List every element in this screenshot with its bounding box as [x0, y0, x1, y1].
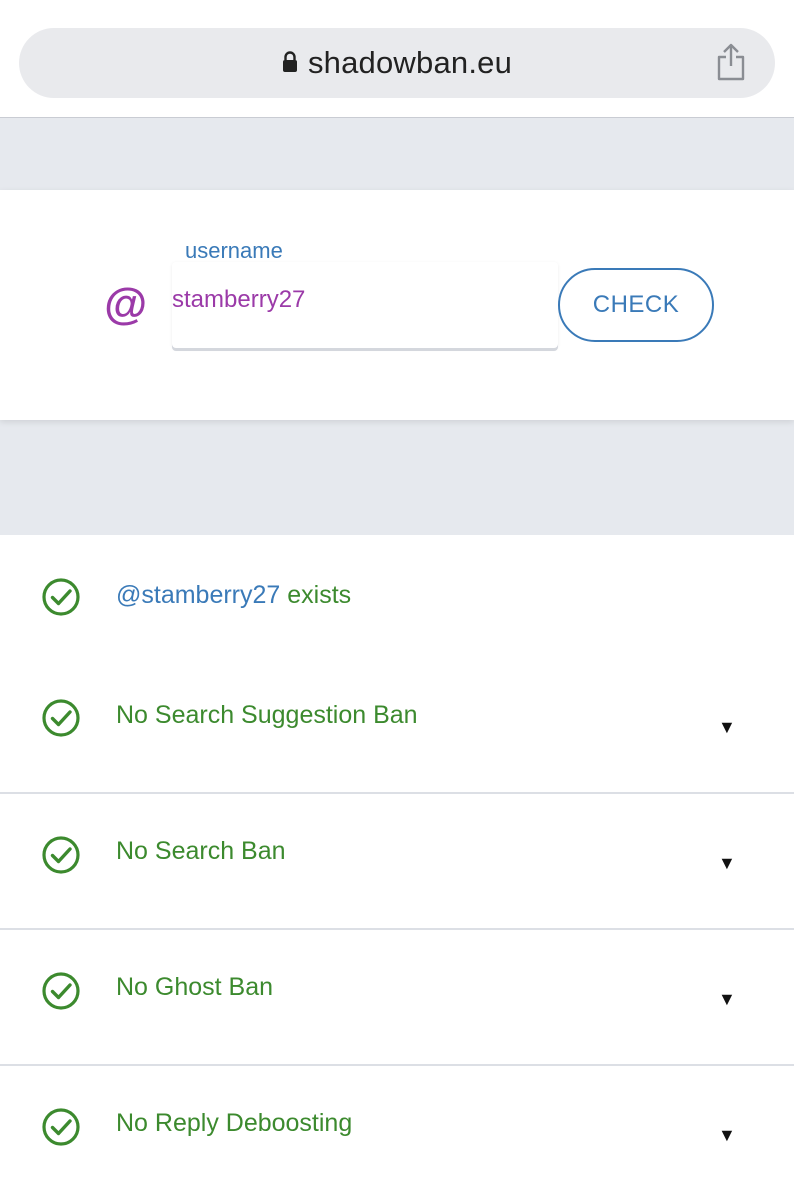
result-label: No Reply Deboosting	[116, 1109, 353, 1137]
check-circle-icon	[41, 835, 81, 875]
check-circle-icon	[41, 577, 81, 617]
chevron-down-icon[interactable]: ▼	[718, 1125, 736, 1146]
result-handle: @stamberry27	[116, 581, 281, 609]
result-label: No Ghost Ban	[116, 973, 274, 1001]
url-text: shadowban.eu	[307, 45, 513, 80]
url-field[interactable]: shadowban.eu	[19, 28, 775, 98]
result-row-search-ban[interactable]: No Search Ban ▼	[0, 794, 794, 930]
result-label: No Search Suggestion Ban	[116, 701, 418, 729]
result-label: No Search Ban	[116, 837, 286, 865]
username-input-value: stamberry27	[172, 286, 306, 313]
check-circle-icon	[41, 698, 81, 738]
username-input[interactable]: stamberry27	[172, 262, 558, 348]
result-row-reply-deboosting[interactable]: No Reply Deboosting ▼	[0, 1066, 794, 1200]
result-exists-suffix: exists	[280, 581, 352, 609]
results-list: @stamberry27 exists No Search Suggestion…	[0, 535, 794, 1200]
lock-icon	[282, 50, 298, 77]
result-row-exists: @stamberry27 exists	[0, 535, 794, 655]
username-field-label: username	[185, 238, 283, 263]
chevron-down-icon[interactable]: ▼	[718, 717, 736, 738]
check-button[interactable]: CHECK	[558, 268, 714, 342]
chevron-down-icon[interactable]: ▼	[718, 989, 736, 1010]
result-label-exists: @stamberry27 exists	[116, 581, 351, 610]
check-circle-icon	[41, 1107, 81, 1147]
at-symbol-icon: @	[103, 280, 147, 329]
result-row-search-suggestion-ban[interactable]: No Search Suggestion Ban ▼	[0, 655, 794, 794]
result-row-ghost-ban[interactable]: No Ghost Ban ▼	[0, 930, 794, 1066]
check-circle-icon	[41, 971, 81, 1011]
chevron-down-icon[interactable]: ▼	[718, 853, 736, 874]
url-display: shadowban.eu	[19, 28, 775, 98]
browser-address-bar: shadowban.eu	[0, 0, 794, 118]
